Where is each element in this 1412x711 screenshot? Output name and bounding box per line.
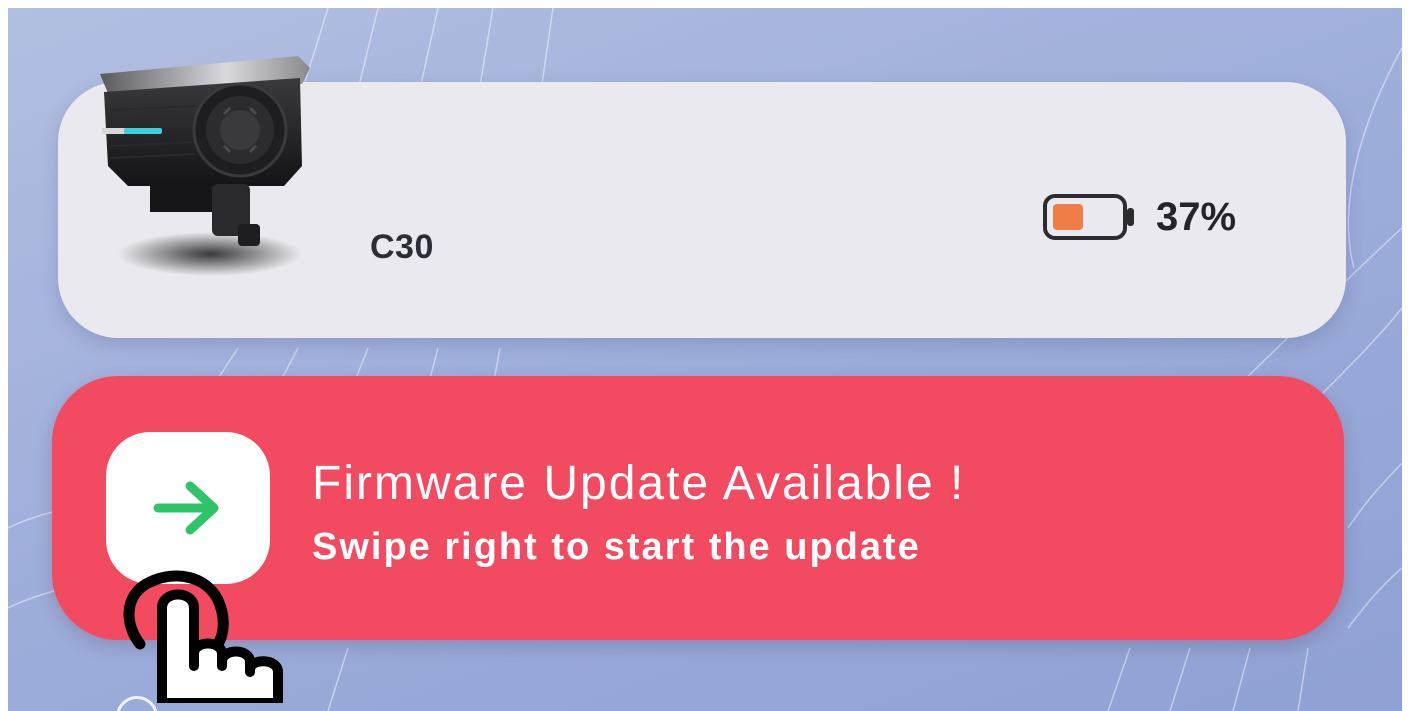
battery-percent: 37% [1156, 194, 1237, 239]
battery-fill [1053, 204, 1083, 230]
tap-hand-icon [123, 570, 283, 703]
update-title: Firmware Update Available ! [312, 457, 966, 510]
swipe-handle[interactable] [106, 432, 270, 584]
intercom-device-icon [100, 56, 310, 276]
device-name: C30 [370, 228, 434, 266]
update-subtitle: Swipe right to start the update [312, 526, 921, 568]
arrow-right-icon [153, 481, 219, 535]
battery-icon [1043, 194, 1134, 240]
battery-status: 37% [1042, 192, 1236, 242]
